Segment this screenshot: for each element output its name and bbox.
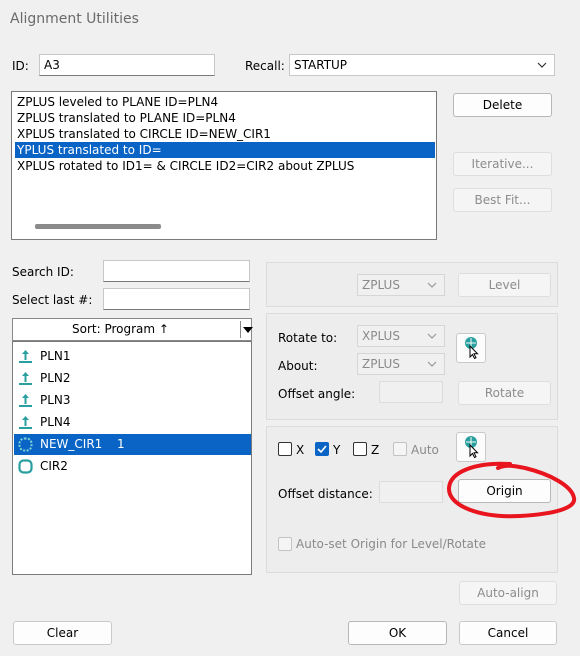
chevron-down-icon xyxy=(427,282,437,288)
alignment-item-selected[interactable]: YPLUS translated to ID= xyxy=(15,142,435,158)
best-fit-button[interactable]: Best Fit... xyxy=(453,188,552,212)
pick-feature-icon xyxy=(465,436,479,459)
checkmark-icon xyxy=(317,445,327,454)
sort-label: Sort: Program ↑ xyxy=(72,322,169,336)
y-checkbox-label: Y xyxy=(333,443,341,457)
feature-item-selected[interactable]: NEW_CIR1 1 xyxy=(14,434,251,455)
feature-item[interactable]: PLN3 xyxy=(14,390,251,411)
feature-item[interactable]: PLN2 xyxy=(14,368,251,389)
recall-select[interactable]: STARTUP xyxy=(289,54,555,76)
offset-distance-label: Offset distance: xyxy=(278,487,373,501)
chevron-down-icon xyxy=(537,62,547,68)
circle-icon xyxy=(18,437,33,452)
iterative-button[interactable]: Iterative... xyxy=(453,152,552,176)
auto-checkbox[interactable] xyxy=(393,442,407,456)
select-last-input[interactable] xyxy=(103,288,250,310)
rotate-button[interactable]: Rotate xyxy=(458,381,551,405)
feature-name: NEW_CIR1 xyxy=(40,437,103,451)
feature-count: 1 xyxy=(117,437,125,451)
select-last-label: Select last #: xyxy=(12,293,93,307)
delete-button[interactable]: Delete xyxy=(453,93,552,117)
feature-list[interactable]: PLN1 PLN2 PLN3 PLN4 NEW_CIR1 1 CIR2 xyxy=(12,341,252,575)
id-input[interactable]: A3 xyxy=(39,54,215,76)
plane-icon xyxy=(19,394,32,407)
feature-name: PLN4 xyxy=(40,415,71,429)
alignment-item[interactable]: ZPLUS translated to PLANE ID=PLN4 xyxy=(15,110,435,126)
about-value: ZPLUS xyxy=(362,357,400,371)
about-select[interactable]: ZPLUS xyxy=(357,353,445,375)
plane-icon xyxy=(19,372,32,385)
auto-set-origin-label: Auto-set Origin for Level/Rotate xyxy=(296,537,486,551)
offset-angle-input[interactable] xyxy=(379,381,443,403)
y-checkbox[interactable] xyxy=(315,442,329,456)
clear-button[interactable]: Clear xyxy=(13,621,112,645)
auto-checkbox-label: Auto xyxy=(411,443,439,457)
level-axis-value: ZPLUS xyxy=(362,278,400,292)
about-label: About: xyxy=(278,359,318,373)
rotate-to-value: XPLUS xyxy=(362,329,400,343)
feature-item[interactable]: PLN4 xyxy=(14,412,251,433)
feature-name: PLN3 xyxy=(40,393,71,407)
offset-angle-label: Offset angle: xyxy=(278,387,356,401)
annotation-circle xyxy=(446,461,577,519)
auto-align-button[interactable]: Auto-align xyxy=(459,581,557,605)
rotate-to-select[interactable]: XPLUS xyxy=(357,325,445,347)
z-checkbox[interactable] xyxy=(353,442,367,456)
level-button[interactable]: Level xyxy=(458,273,551,297)
alignment-item[interactable]: XPLUS rotated to ID1= & CIRCLE ID2=CIR2 … xyxy=(15,158,435,174)
z-checkbox-label: Z xyxy=(371,443,380,457)
alignment-list[interactable]: ZPLUS leveled to PLANE ID=PLN4 ZPLUS tra… xyxy=(11,91,437,240)
level-axis-select[interactable]: ZPLUS xyxy=(357,274,445,296)
feature-name: PLN1 xyxy=(40,349,71,363)
chevron-down-icon xyxy=(427,333,437,339)
feature-name: PLN2 xyxy=(40,371,71,385)
alignment-item[interactable]: XPLUS translated to CIRCLE ID=NEW_CIR1 xyxy=(15,126,435,142)
x-checkbox[interactable] xyxy=(278,442,292,456)
sort-dropdown[interactable]: Sort: Program ↑ xyxy=(12,318,253,341)
chevron-down-icon xyxy=(427,361,437,367)
window-title: Alignment Utilities xyxy=(10,11,139,27)
search-id-input[interactable] xyxy=(103,260,250,282)
feature-item[interactable]: PLN1 xyxy=(14,346,251,367)
offset-distance-input[interactable] xyxy=(379,481,443,503)
plane-icon xyxy=(19,350,32,363)
recall-label: Recall: xyxy=(245,59,285,73)
feature-name: CIR2 xyxy=(40,459,68,473)
plane-icon xyxy=(19,416,32,429)
sort-divider xyxy=(240,321,241,338)
ok-button[interactable]: OK xyxy=(348,621,447,645)
search-id-label: Search ID: xyxy=(12,265,74,279)
dropdown-arrow-icon xyxy=(243,327,253,333)
pick-feature-icon xyxy=(465,337,479,360)
feature-item[interactable]: CIR2 xyxy=(14,456,251,477)
recall-value: STARTUP xyxy=(294,58,348,72)
pick-feature-button[interactable] xyxy=(456,333,486,363)
horizontal-scrollbar[interactable] xyxy=(35,224,161,229)
alignment-item[interactable]: ZPLUS leveled to PLANE ID=PLN4 xyxy=(15,94,435,110)
id-label: ID: xyxy=(12,59,29,73)
x-checkbox-label: X xyxy=(296,443,305,457)
auto-set-origin-checkbox[interactable] xyxy=(278,537,292,551)
cancel-button[interactable]: Cancel xyxy=(459,621,557,645)
rotate-to-label: Rotate to: xyxy=(278,331,338,345)
circle-icon xyxy=(18,459,33,474)
